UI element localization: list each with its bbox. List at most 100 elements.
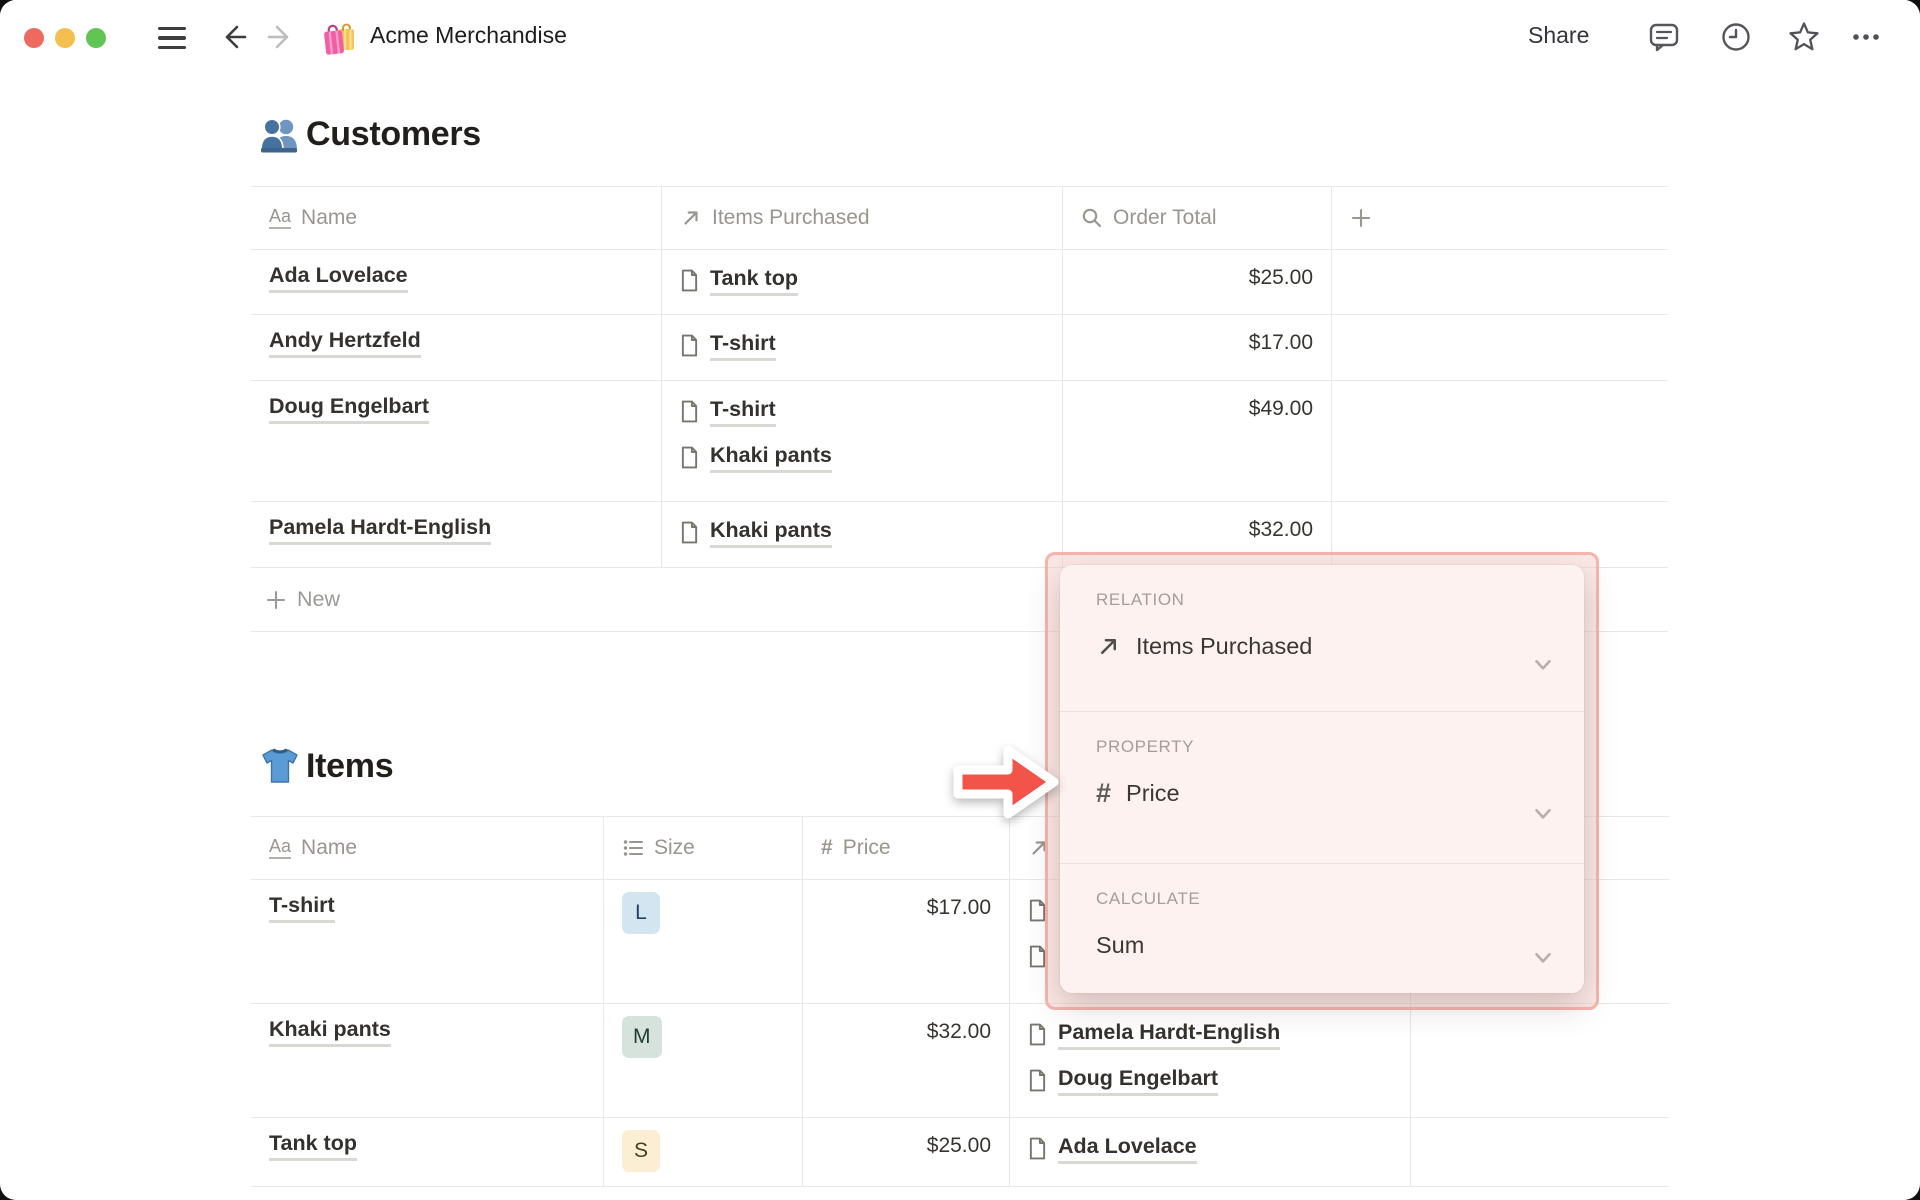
page-link[interactable]: T-shirt [269,892,335,923]
relation-section: RELATION Items Purchased [1060,565,1584,711]
customers-table-header: Aa Name Items Purchased Order Total [251,186,1668,250]
page-link[interactable]: Pamela Hardt-English [1058,1019,1281,1050]
items-purchased-cell[interactable]: T-shirt Khaki pants [662,381,1063,501]
column-header-size[interactable]: Size [604,817,803,879]
page-icon [1028,1137,1047,1160]
page-link[interactable]: Khaki pants [269,1016,391,1047]
purchasers-cell[interactable]: Pamela Hardt-English Doug Engelbart [1010,1004,1411,1117]
size-cell[interactable]: M [604,1004,803,1117]
rollup-config-popup: RELATION Items Purchased PROPERTY # Pric… [1060,565,1584,993]
app-window: Acme Merchandise Share Customers Aa Name… [0,0,1920,1200]
zoom-window-button[interactable] [86,28,106,48]
items-purchased-cell[interactable]: T-shirt [662,315,1063,380]
rollup-property-icon [1081,207,1103,229]
size-badge: L [622,892,660,934]
purchasers-cell[interactable]: Ada Lovelace [1010,1118,1411,1186]
page-link[interactable]: Pamela Hardt-English [269,514,492,545]
chevron-down-icon [1530,944,1556,970]
relation-section-label: RELATION [1096,590,1185,609]
relation-property-icon [680,207,702,229]
page-link[interactable]: Andy Hertzfeld [269,327,421,358]
page-link[interactable]: Doug Engelbart [269,393,430,424]
column-header-order-total[interactable]: Order Total [1063,187,1332,249]
page-link[interactable]: Khaki pants [710,442,832,473]
name-cell[interactable]: Tank top [251,1118,604,1186]
page-title: Acme Merchandise [370,22,567,48]
size-cell[interactable]: L [604,880,803,1003]
calculate-section: CALCULATE Sum [1060,863,1584,993]
history-icon[interactable] [1718,19,1754,55]
page-icon [680,334,699,357]
page-link[interactable]: Tank top [269,1130,357,1161]
share-button[interactable]: Share [1528,22,1589,49]
minimize-window-button[interactable] [55,28,75,48]
page-link[interactable]: Tank top [710,265,798,296]
order-total-cell[interactable]: $17.00 [1063,315,1332,380]
number-property-icon: # [1096,778,1112,808]
chevron-down-icon [1530,651,1556,677]
page-link[interactable]: T-shirt [710,396,776,427]
table-row: Doug Engelbart T-shirt Khaki pants $49.0… [251,381,1668,502]
page-link[interactable]: Doug Engelbart [1058,1065,1219,1096]
chevron-down-icon [1530,800,1556,826]
more-icon[interactable] [1848,19,1884,55]
name-cell[interactable]: Khaki pants [251,1004,604,1117]
column-header-name[interactable]: Aa Name [251,817,604,879]
items-purchased-cell[interactable]: Khaki pants [662,502,1063,567]
property-select[interactable]: # Price [1096,780,1554,807]
table-row: Tank top S $25.00 Ada Lovelace [251,1118,1669,1187]
page-icon [680,521,699,544]
number-property-icon: # [821,836,833,859]
shopping-bags-icon [324,23,354,55]
close-window-button[interactable] [24,28,44,48]
page-link[interactable]: Khaki pants [710,517,832,548]
column-header-items-purchased[interactable]: Items Purchased [662,187,1063,249]
sidebar-menu-icon[interactable] [158,27,186,49]
order-total-cell[interactable]: $25.00 [1063,250,1332,314]
tshirt-icon [262,748,298,783]
page-icon [1028,1023,1047,1046]
price-cell[interactable]: $17.00 [803,880,1010,1003]
column-header-price[interactable]: # Price [803,817,1010,879]
traffic-lights [24,28,106,48]
page-link[interactable]: T-shirt [710,330,776,361]
name-cell[interactable]: Pamela Hardt-English [251,502,662,567]
forward-icon[interactable] [264,20,298,54]
page-link[interactable]: Ada Lovelace [1058,1133,1197,1164]
callout-arrow-icon [953,745,1059,819]
name-cell[interactable]: Andy Hertzfeld [251,315,662,380]
calculate-select[interactable]: Sum [1096,932,1554,959]
add-property-icon [1350,207,1372,229]
name-cell[interactable]: T-shirt [251,880,604,1003]
table-row: Khaki pants M $32.00 Pamela Hardt-Englis… [251,1004,1669,1118]
customers-heading-text: Customers [306,114,481,153]
add-column-button[interactable] [1332,187,1668,249]
comments-icon[interactable] [1646,19,1682,55]
select-property-icon [622,837,644,859]
property-section: PROPERTY # Price [1060,711,1584,863]
name-cell[interactable]: Ada Lovelace [251,250,662,314]
page-icon [1028,1069,1047,1092]
size-badge: M [622,1016,662,1058]
size-cell[interactable]: S [604,1118,803,1186]
order-total-cell[interactable]: $49.00 [1063,381,1332,501]
column-header-name[interactable]: Aa Name [251,187,662,249]
items-purchased-cell[interactable]: Tank top [662,250,1063,314]
back-icon[interactable] [216,20,250,54]
size-badge: S [622,1130,660,1172]
property-section-label: PROPERTY [1096,737,1195,756]
price-cell[interactable]: $32.00 [803,1004,1010,1117]
text-property-icon: Aa [269,837,292,859]
items-heading-text: Items [306,746,394,785]
price-cell[interactable]: $25.00 [803,1118,1010,1186]
table-row: Andy Hertzfeld T-shirt $17.00 [251,315,1668,381]
name-cell[interactable]: Doug Engelbart [251,381,662,501]
plus-icon [265,589,287,611]
title-bar: Acme Merchandise Share [0,0,1920,76]
calculate-section-label: CALCULATE [1096,889,1201,908]
relation-select[interactable]: Items Purchased [1096,633,1554,660]
text-property-icon: Aa [269,207,292,229]
favorite-icon[interactable] [1786,19,1822,55]
page-link[interactable]: Ada Lovelace [269,262,408,293]
page-icon [680,400,699,423]
